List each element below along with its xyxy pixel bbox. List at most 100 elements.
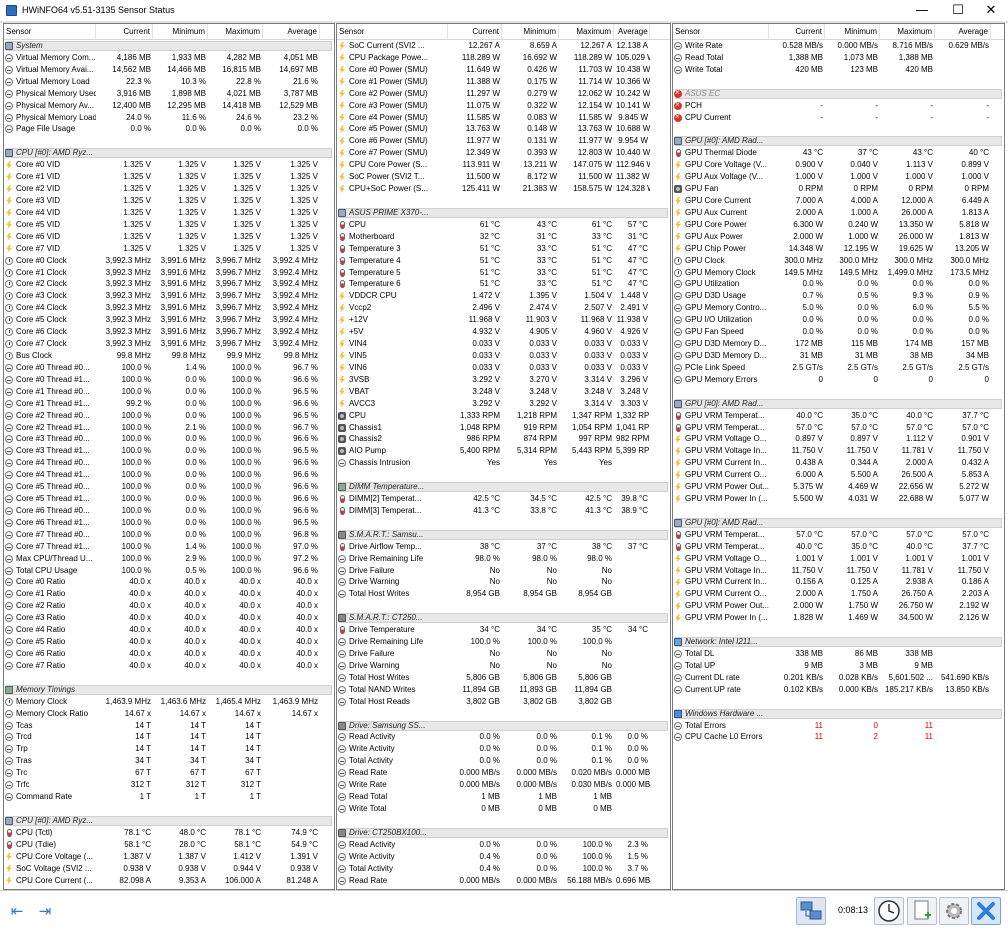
- sensor-row[interactable]: Core #7 VID 1.325 V 1.325 V 1.325 V 1.325 V: [4, 243, 334, 255]
- sensor-row[interactable]: Core #3 Thread #1... 100.0 % 0.0 % 100.0 % 9…: [4, 445, 334, 457]
- sensor-group-header[interactable]: S.M.A.R.T.: Samsu...: [337, 528, 670, 541]
- sensor-row[interactable]: GPU Fan Speed 0.0 % 0.0 % 0.0 % 0.0 %: [673, 326, 1004, 338]
- sensor-row[interactable]: Virtual Memory Avai... 14,562 MB 14,466 MB…: [4, 64, 334, 76]
- sensor-row[interactable]: Core #6 Thread #1... 100.0 % 0.0 % 100.0 % 9…: [4, 517, 334, 529]
- sensor-row[interactable]: Total CPU Usage 100.0 % 0.5 % 100.0 % 96.6 %: [4, 565, 334, 577]
- sensor-row[interactable]: Memory Clock Ratio 14.67 x 14.67 x 14.67 x 1…: [4, 708, 334, 720]
- column-header-average[interactable]: Average: [266, 24, 320, 40]
- sensor-row[interactable]: Core #3 Clock 3,992.3 MHz 3,991.6 MHz 3,996…: [4, 290, 334, 302]
- sensor-group-header[interactable]: System: [4, 40, 334, 52]
- sensor-pane-3[interactable]: Sensor Current Minimum Maximum Average Write …: [672, 23, 1005, 890]
- sensor-group-header[interactable]: ASUS PRIME X370-...: [337, 206, 670, 219]
- sensor-row[interactable]: CPU Core Voltage (... 1.387 V 1.387 V 1.412…: [4, 851, 334, 863]
- sensor-row[interactable]: CPU (Tdie) 58.1 °C 28.0 °C 58.1 °C 54.9 °C: [4, 839, 334, 851]
- sensor-row[interactable]: GPU VRM Current In... 0.438 A 0.344 A 2.000…: [673, 457, 1004, 469]
- sensor-row[interactable]: Core #0 Power (SMU) 11.649 W 0.426 W 11.703…: [337, 64, 670, 76]
- close-window-button[interactable]: ✕: [974, 0, 1008, 22]
- sensor-row[interactable]: Temperature 6 51 °C 33 °C 51 °C 47 °C: [337, 278, 670, 290]
- sensor-row[interactable]: Core #1 Power (SMU) 11.388 W 0.175 W 11.714…: [337, 76, 670, 88]
- sensor-row[interactable]: Core #6 Power (SMU) 11.977 W 0.131 W 11.977…: [337, 135, 670, 147]
- sensor-row[interactable]: Core #1 Ratio 40.0 x 40.0 x 40.0 x 40.0 x: [4, 588, 334, 600]
- sensor-row[interactable]: Core #4 Thread #0... 100.0 % 0.0 % 100.0 % 9…: [4, 457, 334, 469]
- sensor-row[interactable]: Core #0 Clock 3,992.3 MHz 3,991.6 MHz 3,996…: [4, 255, 334, 267]
- sensor-row[interactable]: GPU Aux Power 2.000 W 1.000 W 26.000 W 1.813…: [673, 231, 1004, 243]
- sensor-row[interactable]: SoC Power (SVI2 T... 11.500 W 8.172 W 11.50…: [337, 171, 670, 183]
- sensor-row[interactable]: GPU Core Power 6.300 W 0.240 W 13.350 W 5.81…: [673, 219, 1004, 231]
- sensor-row[interactable]: Drive Warning No No No: [337, 576, 670, 588]
- sensor-row[interactable]: VDDCR CPU 1.472 V 1.395 V 1.504 V 1.448 V: [337, 290, 670, 302]
- sensor-row[interactable]: Chassis1 1,048 RPM 919 RPM 1,054 RPM 1,041 R…: [337, 422, 670, 434]
- sensor-row[interactable]: GPU Memory Clock 149.5 MHz 149.5 MHz 1,499.…: [673, 267, 1004, 279]
- sensor-row[interactable]: Write Total 420 MB 123 MB 420 MB: [673, 64, 1004, 76]
- sensor-row[interactable]: Core #2 Power (SMU) 11.297 W 0.279 W 12.062…: [337, 88, 670, 100]
- sensor-row[interactable]: Core #5 Power (SMU) 13.763 W 0.148 W 13.763…: [337, 123, 670, 135]
- sensor-row[interactable]: GPU Fan 0 RPM 0 RPM 0 RPM 0 RPM: [673, 183, 1004, 195]
- sensor-row[interactable]: Max CPU/Thread U... 100.0 % 2.9 % 100.0 % 97…: [4, 553, 334, 565]
- sensor-row[interactable]: Chassis Intrusion Yes Yes Yes: [337, 457, 670, 469]
- sensor-row[interactable]: Total Host Reads 3,802 GB 3,802 GB 3,802 GB: [337, 696, 670, 708]
- sensor-pane-1[interactable]: Sensor Current Minimum Maximum Average System…: [3, 23, 335, 890]
- sensor-row[interactable]: Drive Failure No No No: [337, 648, 670, 660]
- column-header-sensor[interactable]: Sensor: [4, 24, 96, 40]
- column-header-current[interactable]: Current: [769, 24, 825, 40]
- sensor-row[interactable]: GPU VRM Voltage O... 1.001 V 1.001 V 1.001 …: [673, 553, 1004, 565]
- sensor-row[interactable]: Read Activity 0.0 % 0.0 % 0.1 % 0.0 %: [337, 731, 670, 743]
- sensor-row[interactable]: Virtual Memory Com... 4,186 MB 1,933 MB 4,2…: [4, 52, 334, 64]
- sensor-row[interactable]: Command Rate 1 T 1 T 1 T: [4, 791, 334, 803]
- sensor-row[interactable]: GPU VRM Power In (... 1.828 W 1.469 W 34.50…: [673, 612, 1004, 624]
- sensor-row[interactable]: Core #3 Thread #0... 100.0 % 0.0 % 100.0 % 9…: [4, 433, 334, 445]
- sensor-row[interactable]: Core #5 Ratio 40.0 x 40.0 x 40.0 x 40.0 x: [4, 636, 334, 648]
- sensor-row[interactable]: SoC Current (SVI2 ... 12.267 A 8.659 A 12.2…: [337, 40, 670, 52]
- sensor-row[interactable]: Trfc 312 T 312 T 312 T: [4, 779, 334, 791]
- sensor-row[interactable]: 3VSB 3.292 V 3.270 V 3.314 V 3.296 V: [337, 374, 670, 386]
- sensor-row[interactable]: GPU VRM Temperat... 57.0 °C 57.0 °C 57.0 °C…: [673, 422, 1004, 434]
- sensor-row[interactable]: Drive Warning No No No: [337, 660, 670, 672]
- sensor-row[interactable]: Drive Remaining Life 100.0 % 100.0 % 100.0 …: [337, 636, 670, 648]
- sensor-row[interactable]: DIMM[2] Temperat... 42.5 °C 34.5 °C 42.5 °C…: [337, 493, 670, 505]
- sensor-row[interactable]: GPU Memory Contro... 5.0 % 0.0 % 6.0 % 5.5 %: [673, 302, 1004, 314]
- sensor-row[interactable]: GPU Core Voltage (V... 0.900 V 0.040 V 1.11…: [673, 159, 1004, 171]
- sensor-row[interactable]: Total Host Writes 8,954 GB 8,954 GB 8,954 G…: [337, 588, 670, 600]
- sensor-row[interactable]: CPU Package Powe... 118.289 W 16.692 W 118.…: [337, 52, 670, 64]
- sensor-row[interactable]: Core #6 Clock 3,992.3 MHz 3,991.6 MHz 3,996…: [4, 326, 334, 338]
- column-header-minimum[interactable]: Minimum: [827, 24, 880, 40]
- sensor-row[interactable]: Core #3 VID 1.325 V 1.325 V 1.325 V 1.325 V: [4, 195, 334, 207]
- sensor-row[interactable]: Physical Memory Load 24.0 % 11.6 % 24.6 % 23…: [4, 112, 334, 124]
- sensor-row[interactable]: Core #4 Ratio 40.0 x 40.0 x 40.0 x 40.0 x: [4, 624, 334, 636]
- sensor-row[interactable]: Temperature 5 51 °C 33 °C 51 °C 47 °C: [337, 267, 670, 279]
- sensor-row[interactable]: PCH - - - -: [673, 99, 1004, 112]
- sensor-row[interactable]: Core #4 VID 1.325 V 1.325 V 1.325 V 1.325 V: [4, 207, 334, 219]
- sensor-row[interactable]: Core #2 Clock 3,992.3 MHz 3,991.6 MHz 3,996…: [4, 278, 334, 290]
- column-header-minimum[interactable]: Minimum: [505, 24, 559, 40]
- nav-right-icon[interactable]: ⇥: [32, 897, 58, 925]
- sensor-row[interactable]: Read Total 1,388 MB 1,073 MB 1,388 MB: [673, 52, 1004, 64]
- sensor-row[interactable]: Motherboard 32 °C 31 °C 33 °C 31 °C: [337, 231, 670, 243]
- sensor-row[interactable]: Physical Memory Av... 12,400 MB 12,295 MB 1…: [4, 100, 334, 112]
- sensor-row[interactable]: Core #7 Thread #0... 100.0 % 0.0 % 100.0 % 9…: [4, 529, 334, 541]
- minimize-button[interactable]: —: [905, 0, 939, 22]
- sensor-row[interactable]: GPU VRM Power Out... 5.375 W 4.469 W 22.656…: [673, 481, 1004, 493]
- sensor-row[interactable]: Tcas 14 T 14 T 14 T: [4, 720, 334, 732]
- sensor-row[interactable]: Total Errors 11 0 11: [673, 720, 1004, 732]
- sensor-row[interactable]: Vccp2 2.496 V 2.474 V 2.507 V 2.491 V: [337, 302, 670, 314]
- sensor-group-header[interactable]: Drive: Samsung SS...: [337, 719, 670, 732]
- sensor-row[interactable]: PCIe Link Speed 2.5 GT/s 2.5 GT/s 2.5 GT/s 2…: [673, 362, 1004, 374]
- sensor-row[interactable]: Core #2 VID 1.325 V 1.325 V 1.325 V 1.325 V: [4, 183, 334, 195]
- sensor-row[interactable]: Chassis2 986 RPM 874 RPM 997 RPM 982 RPM: [337, 433, 670, 445]
- sensor-row[interactable]: Page File Usage 0.0 % 0.0 % 0.0 % 0.0 %: [4, 123, 334, 135]
- sensor-group-header[interactable]: GPU [#0]: AMD Rad...: [673, 135, 1004, 148]
- sensor-row[interactable]: GPU VRM Voltage In... 11.750 V 11.750 V 11.…: [673, 445, 1004, 457]
- settings-gear-icon[interactable]: [939, 897, 969, 925]
- sensor-group-header[interactable]: Memory Timings: [4, 683, 334, 696]
- sensor-row[interactable]: Trc 67 T 67 T 67 T: [4, 767, 334, 779]
- sensor-row[interactable]: Total NAND Writes 11,894 GB 11,893 GB 11,89…: [337, 684, 670, 696]
- sensor-row[interactable]: Total DL 338 MB 86 MB 338 MB: [673, 648, 1004, 660]
- sensor-group-header[interactable]: Network: Intel I211...: [673, 636, 1004, 649]
- sensor-group-header[interactable]: ASUS EC: [673, 87, 1004, 100]
- sensor-row[interactable]: Bus Clock 99.8 MHz 99.8 MHz 99.9 MHz 99.8 MH…: [4, 350, 334, 362]
- sensor-row[interactable]: GPU I/O Utilization 0.0 % 0.0 % 0.0 % 0.0 %: [673, 314, 1004, 326]
- sensor-row[interactable]: Core #1 VID 1.325 V 1.325 V 1.325 V 1.325 V: [4, 171, 334, 183]
- sensor-row[interactable]: GPU Thermal Diode 43 °C 37 °C 43 °C 40 °C: [673, 147, 1004, 159]
- sensor-row[interactable]: Core #2 Thread #1... 100.0 % 2.1 % 100.0 % 9…: [4, 422, 334, 434]
- sensor-row[interactable]: Core #3 Ratio 40.0 x 40.0 x 40.0 x 40.0 x: [4, 612, 334, 624]
